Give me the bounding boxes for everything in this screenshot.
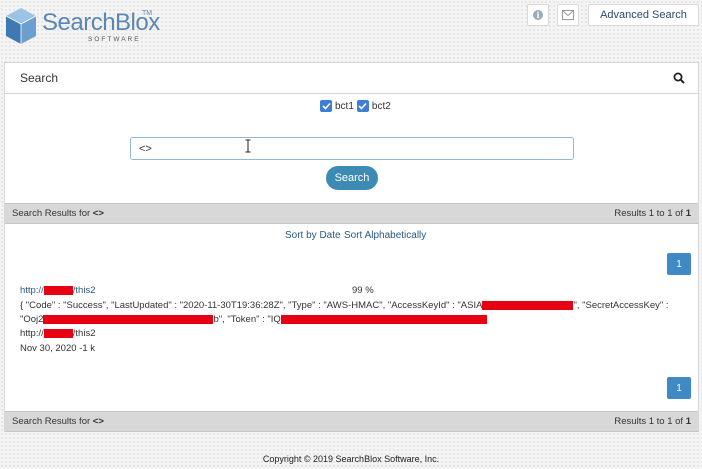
mail-icon	[562, 10, 574, 20]
logo-subtitle: SOFTWARE	[88, 36, 141, 43]
logo-trademark: TM	[142, 10, 153, 17]
results-for-label: Search Results for <>	[12, 416, 104, 427]
search-icon[interactable]	[673, 72, 685, 84]
searchblox-logo[interactable]: SearchBlox TM SOFTWARE	[4, 4, 164, 48]
result-score: 99 %	[352, 285, 374, 296]
redaction-block	[43, 285, 73, 295]
results-summary-bar: Search Results for <> Results 1 to 1 of …	[5, 411, 698, 432]
checkmark-icon	[358, 102, 368, 110]
footer-copyright: Copyright © 2019 SearchBlox Software, In…	[262, 454, 440, 464]
redaction-block	[43, 314, 214, 324]
result-description-line: { "Code" : "Success", "LastUpdated" : "2…	[20, 300, 669, 311]
panel-header: Search	[5, 63, 698, 94]
search-input[interactable]: <>	[130, 137, 574, 160]
text-cursor-icon	[245, 139, 251, 153]
result-title-link[interactable]: http:///this2	[20, 285, 95, 296]
results-count: Results 1 to 1 of 1	[614, 416, 691, 427]
logo-cube-icon	[5, 8, 37, 44]
search-panel: Search bct1 bct2 <> Search Search Result…	[4, 62, 699, 432]
collection-label-bct1: bct1	[335, 100, 354, 112]
results-for-label: Search Results for <>	[12, 208, 104, 219]
mail-button[interactable]	[557, 4, 579, 26]
info-icon: i	[533, 10, 543, 20]
result-date-size: Nov 30, 2020 -1 k	[20, 343, 95, 354]
search-button[interactable]: Search	[326, 166, 378, 190]
checkbox-bct1[interactable]	[320, 100, 332, 112]
checkmark-icon	[321, 102, 331, 110]
pagination-page-button[interactable]: 1	[667, 377, 691, 399]
redaction-block	[482, 300, 574, 310]
results-summary-bar: Search Results for <> Results 1 to 1 of …	[5, 203, 698, 224]
redaction-block	[280, 314, 487, 324]
redaction-block	[43, 328, 73, 338]
collection-filters: bct1 bct2	[320, 100, 394, 112]
results-count: Results 1 to 1 of 1	[614, 208, 691, 219]
pagination-page-button[interactable]: 1	[667, 253, 691, 275]
info-button[interactable]: i	[527, 4, 549, 26]
result-description-line: "Ooj2 b", "Token" : "IQ	[20, 314, 487, 325]
result-url: http:///this2	[20, 328, 96, 339]
collection-label-bct2: bct2	[371, 100, 391, 112]
advanced-search-button[interactable]: Advanced Search	[588, 4, 699, 26]
sort-by-date-link[interactable]: Sort by Date	[285, 230, 341, 241]
header: SearchBlox TM SOFTWARE i Advanced Search	[0, 0, 702, 58]
checkbox-bct2[interactable]	[356, 100, 369, 112]
sort-alphabetically-link[interactable]: Sort Alphabetically	[344, 230, 426, 241]
panel-title: Search	[20, 71, 59, 85]
